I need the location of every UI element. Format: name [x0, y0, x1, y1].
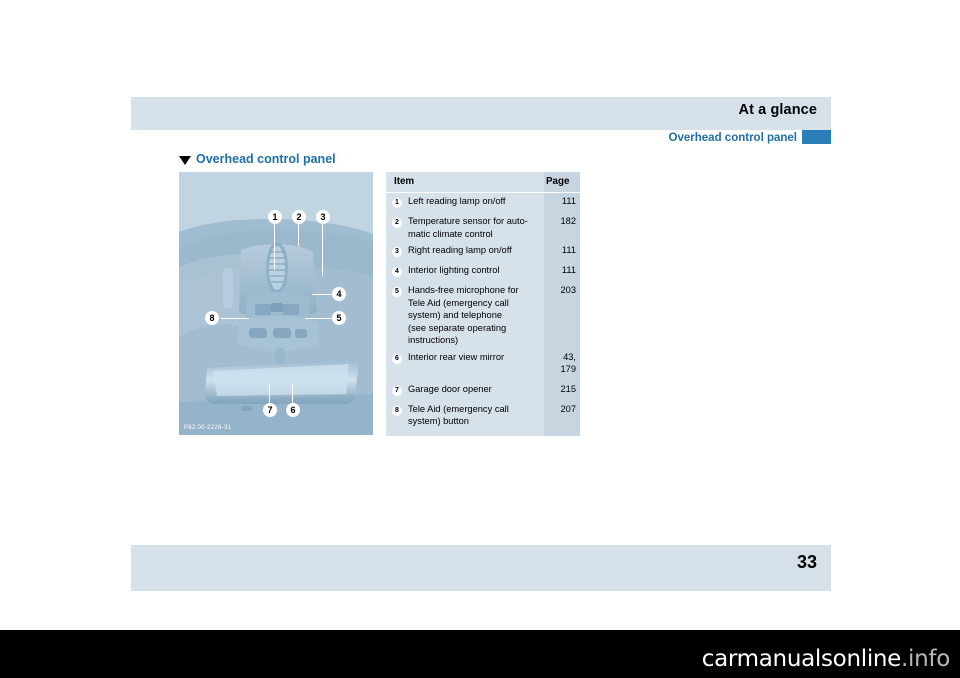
column-header-page: Page — [546, 176, 570, 187]
row-page: 215 — [560, 383, 576, 394]
paper-sheet: At a glance Overhead control panel Overh… — [0, 0, 960, 630]
row-page: 111 — [561, 245, 576, 255]
row-number: 8 — [386, 403, 408, 428]
row-label: Garage door opener — [408, 383, 492, 394]
leader-line-8 — [221, 318, 249, 319]
row-number-badge: 1 — [392, 198, 402, 208]
header-band: At a glance — [131, 97, 831, 130]
column-header-item: Item — [394, 176, 415, 187]
row-page: 111 — [561, 196, 576, 206]
row-number: 1 — [386, 195, 408, 211]
chapter-tab — [802, 130, 831, 144]
photo-caption: P82.00-2226-31 — [184, 425, 232, 431]
row-label: Tele Aid (emergency call system) button — [408, 403, 509, 427]
row-page: 207 — [560, 403, 576, 414]
document-page: At a glance Overhead control panel Overh… — [0, 0, 960, 678]
row-page: 203 — [560, 285, 576, 295]
photo-callout-5: 5 — [332, 311, 346, 325]
row-label: Left reading lamp on/off — [408, 196, 506, 206]
watermark: carmanualsonline.info — [701, 646, 951, 672]
leader-line-5 — [305, 318, 332, 319]
row-number: 5 — [386, 284, 408, 347]
overhead-control-panel-photo: 1 2 3 4 5 8 7 6 P82.00-2226-31 — [179, 172, 373, 435]
table-row: 3 Right reading lamp on/off 111 — [386, 242, 580, 262]
row-number-badge: 6 — [392, 353, 402, 364]
row-label: Hands-free microphone for Tele Aid (emer… — [408, 285, 519, 345]
row-number: 7 — [386, 383, 408, 399]
photo-callout-7: 7 — [263, 403, 277, 417]
leader-line-6 — [292, 384, 293, 404]
photo-callout-2: 2 — [292, 210, 306, 224]
photo-callout-6: 6 — [286, 403, 300, 417]
row-label: Right reading lamp on/off — [408, 245, 512, 255]
table-row: 6 Interior rear view mirror 43, 179 — [386, 349, 580, 381]
table-row: 1 Left reading lamp on/off 111 — [386, 193, 580, 213]
row-number-badge: 3 — [392, 247, 402, 257]
row-number: 4 — [386, 264, 408, 280]
row-number: 6 — [386, 351, 408, 379]
subheader: Overhead control panel — [131, 130, 831, 152]
photo-callout-4: 4 — [332, 287, 346, 301]
row-number-badge: 2 — [392, 218, 402, 228]
row-label: Interior lighting control — [408, 265, 500, 275]
page-number: 33 — [796, 552, 817, 572]
row-number: 3 — [386, 244, 408, 260]
photo-callout-8: 8 — [205, 311, 219, 325]
row-page: 43, 179 — [560, 351, 576, 375]
row-number: 2 — [386, 215, 408, 240]
leader-line-1 — [274, 224, 275, 270]
table-row: 4 Interior lighting control 111 — [386, 262, 580, 282]
leader-line-4 — [312, 294, 332, 295]
leader-line-7 — [269, 384, 270, 404]
row-number-badge: 7 — [392, 385, 402, 396]
row-number-badge: 8 — [392, 405, 402, 416]
table-row: 7 Garage door opener 215 — [386, 381, 580, 401]
table-row: 2 Temperature sensor for auto- matic cli… — [386, 213, 580, 242]
section-heading: Overhead control panel — [179, 152, 336, 166]
row-page: 182 — [560, 216, 576, 226]
triangle-marker-icon — [179, 155, 191, 165]
page-title: At a glance — [738, 102, 817, 118]
row-page: 111 — [561, 265, 576, 275]
table-row: 8 Tele Aid (emergency call system) butto… — [386, 401, 580, 436]
photo-callout-3: 3 — [316, 210, 330, 224]
row-number-badge: 5 — [392, 287, 402, 297]
table-header-row: Item Page — [386, 172, 580, 193]
watermark-main: carmanualsonline — [701, 646, 902, 672]
table-body: 1 Left reading lamp on/off 111 2 Tempera… — [386, 193, 580, 436]
leader-line-3 — [322, 224, 323, 276]
section-heading-label: Overhead control panel — [196, 152, 336, 166]
photo-callout-1: 1 — [268, 210, 282, 224]
row-number-badge: 4 — [392, 267, 402, 277]
footer-band: 33 — [131, 545, 831, 591]
table-row: 5 Hands-free microphone for Tele Aid (em… — [386, 282, 580, 349]
watermark-suffix: .info — [901, 646, 950, 672]
row-label: Temperature sensor for auto- matic clima… — [408, 216, 528, 239]
leader-line-2 — [298, 224, 299, 246]
item-page-table: Item Page 1 Left reading lamp on/off 111… — [386, 172, 580, 436]
row-label: Interior rear view mirror — [408, 351, 505, 362]
subheader-title: Overhead control panel — [668, 132, 797, 144]
